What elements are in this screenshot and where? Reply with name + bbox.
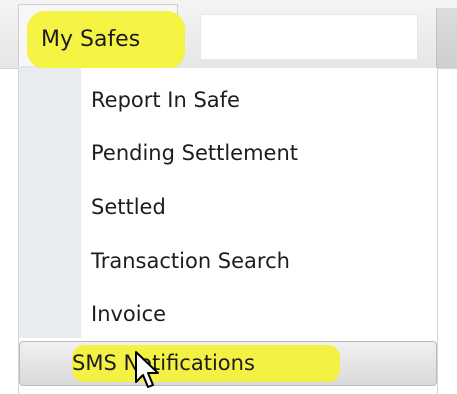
my-safes-menu-tab[interactable]: My Safes — [18, 4, 185, 69]
menu-bar-edge — [436, 8, 457, 68]
menu-item-report-in-safe[interactable]: Report In Safe — [91, 78, 240, 122]
menu-bar: My Safes — [0, 0, 457, 69]
my-safes-dropdown-menu: Report In Safe Pending Settlement Settle… — [18, 68, 438, 394]
menu-icon-gutter — [19, 68, 81, 338]
menu-item-sms-notifications[interactable]: SMS Notifications — [19, 341, 437, 386]
blank-menu-tab[interactable] — [200, 14, 418, 60]
mouse-pointer-icon — [135, 351, 159, 388]
menu-item-pending-settlement[interactable]: Pending Settlement — [91, 131, 298, 175]
my-safes-label: My Safes — [41, 27, 141, 52]
menu-item-invoice[interactable]: Invoice — [91, 292, 166, 336]
menu-item-settled[interactable]: Settled — [91, 185, 166, 229]
menu-item-transaction-search[interactable]: Transaction Search — [91, 239, 290, 283]
menu-item-label: SMS Notifications — [72, 351, 255, 375]
